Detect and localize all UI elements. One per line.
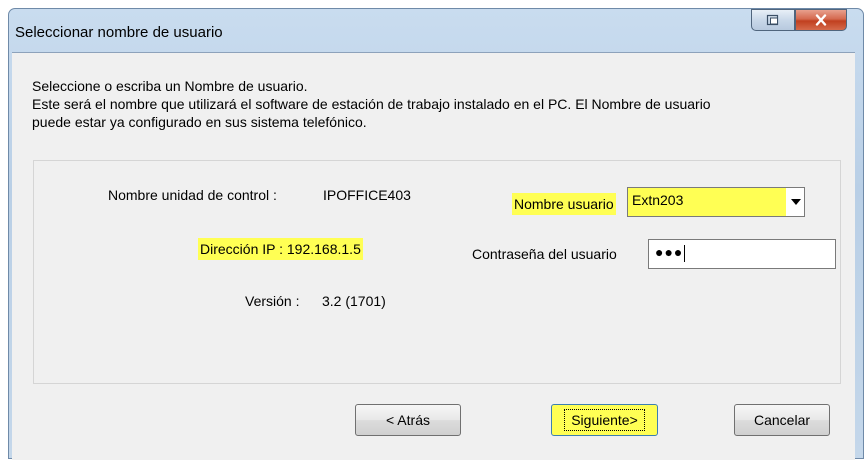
version-label: Versión : [245, 293, 300, 309]
chevron-down-icon[interactable] [791, 199, 801, 205]
cancel-button[interactable]: Cancelar [734, 404, 830, 436]
password-field[interactable]: ●●● [648, 239, 836, 269]
username-value[interactable]: Extn203 [628, 188, 786, 216]
background-strip [0, 0, 864, 8]
restore-button[interactable] [751, 9, 795, 31]
password-mask: ●●● [655, 244, 684, 260]
next-button[interactable]: Siguiente> [551, 404, 658, 436]
ip-label: Dirección IP : [200, 241, 283, 257]
window-title: Seleccionar nombre de usuario [15, 24, 223, 41]
password-label: Contraseña del usuario [472, 246, 617, 262]
back-button[interactable]: < Atrás [355, 404, 461, 436]
ip-value: 192.168.1.5 [286, 241, 361, 257]
ip-highlight: Dirección IP : 192.168.1.5 [198, 238, 363, 260]
username-combobox[interactable]: Extn203 [627, 187, 805, 217]
close-icon [815, 14, 827, 26]
intro-text: Seleccione o escriba un Nombre de usuari… [32, 78, 711, 130]
next-button-label: Siguiente> [564, 409, 645, 431]
title-bar[interactable]: Seleccionar nombre de usuario [9, 9, 863, 53]
close-button[interactable] [795, 9, 847, 31]
restore-icon [766, 14, 779, 26]
version-value: 3.2 (1701) [322, 293, 386, 309]
control-unit-label: Nombre unidad de control : [108, 187, 277, 203]
username-label: Nombre usuario [512, 193, 616, 215]
control-unit-value: IPOFFICE403 [323, 187, 411, 203]
text-caret [684, 244, 686, 262]
